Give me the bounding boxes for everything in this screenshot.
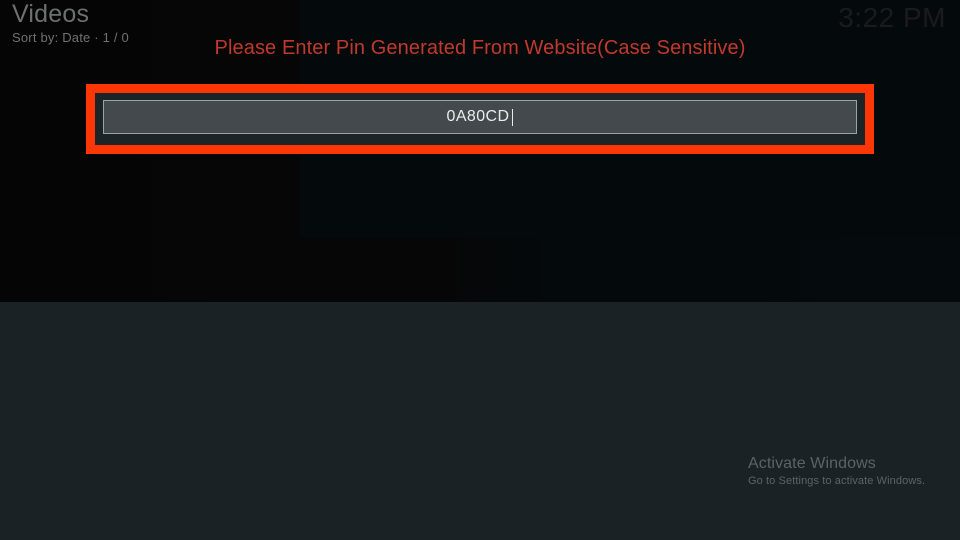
- virtual-keyboard-panel: 1234567890-=`qwertyuiop[]\asdfghjkl;'zxc…: [0, 302, 960, 540]
- clock-label: 3:22 PM: [838, 2, 946, 33]
- pin-input-value: 0A80CD: [446, 108, 510, 125]
- page-title: Videos: [12, 0, 90, 28]
- pin-input[interactable]: 0A80CD: [103, 100, 857, 134]
- text-caret: [512, 108, 514, 126]
- kodi-virtual-keyboard-screen: Videos Sort by: Date · 1 / 0 3:22 PM Ple…: [0, 0, 960, 540]
- dialog-heading: Please Enter Pin Generated From Website(…: [214, 37, 746, 59]
